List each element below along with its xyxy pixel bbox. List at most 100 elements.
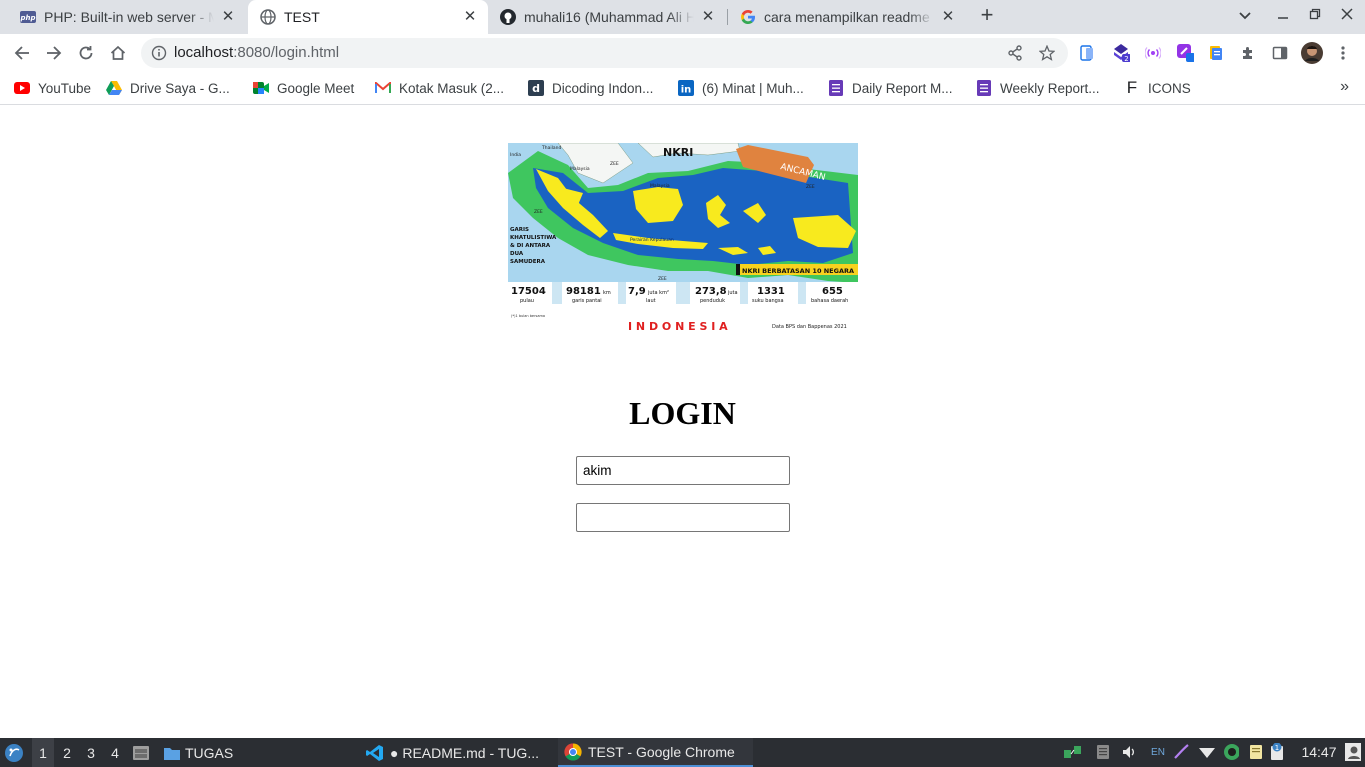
restore-button[interactable] <box>1306 7 1324 23</box>
tab-php-manual[interactable]: php PHP: Built-in web server - Manual ✕ <box>8 0 246 34</box>
equator-text-line: KHATULISTIWA <box>510 235 557 241</box>
wifi-icon[interactable] <box>1199 744 1215 760</box>
bookmark-drive[interactable]: Drive Saya - G... <box>106 78 230 98</box>
close-tab-icon[interactable]: ✕ <box>940 9 956 25</box>
chrome-icon <box>564 742 582 761</box>
workspace-4[interactable]: 4 <box>104 738 126 767</box>
bookmark-weekly-report[interactable]: Weekly Report... <box>976 78 1100 98</box>
back-button[interactable] <box>11 42 33 64</box>
start-menu-button[interactable] <box>4 738 24 767</box>
youtube-icon <box>14 80 30 96</box>
reload-button[interactable] <box>75 42 97 64</box>
side-panel-icon[interactable] <box>1271 44 1289 62</box>
stat-value: 1331 <box>757 286 785 297</box>
stat-label: garis pantai <box>572 298 602 304</box>
close-tab-icon[interactable]: ✕ <box>700 9 716 25</box>
workspace-3[interactable]: 3 <box>80 738 102 767</box>
bookmark-label: Daily Report M... <box>852 80 953 96</box>
bookmark-linkedin[interactable]: in (6) Minat | Muh... <box>678 78 804 98</box>
bookmark-meet[interactable]: Google Meet <box>253 78 354 98</box>
close-window-button[interactable] <box>1338 7 1356 23</box>
map-label-zee: ZEE <box>610 161 619 167</box>
share-icon[interactable] <box>1007 45 1023 61</box>
home-icon <box>110 45 126 60</box>
taskbar-window-vscode[interactable]: ● README.md - TUG... <box>360 738 545 767</box>
keyboard-layout-indicator[interactable]: EN <box>1148 744 1168 760</box>
stat-unit: juta km² <box>647 290 669 296</box>
bookmark-daily-report[interactable]: Daily Report M... <box>828 78 953 98</box>
google-drive-icon <box>106 80 122 96</box>
map-label-thailand: Thailand <box>541 145 561 151</box>
reader-extension-icon[interactable] <box>1078 44 1096 62</box>
stat-value: 98181 <box>566 286 601 297</box>
close-tab-icon[interactable]: ✕ <box>220 9 236 25</box>
notifications-icon[interactable]: 1 <box>1269 743 1285 760</box>
notification-count: 1 <box>1275 744 1279 752</box>
color-picker-extension-icon[interactable] <box>1176 44 1194 62</box>
url-path: :8080/login.html <box>233 44 340 61</box>
username-input[interactable] <box>576 456 790 485</box>
equator-text-line: SAMUDERA <box>510 259 546 265</box>
bookmark-dicoding[interactable]: d Dicoding Indon... <box>528 78 653 98</box>
bookmark-star-icon[interactable] <box>1038 44 1056 61</box>
docs-extension-icon[interactable] <box>1207 44 1225 62</box>
taskbar-window-chrome[interactable]: TEST - Google Chrome <box>558 738 753 767</box>
pen-icon[interactable] <box>1173 744 1189 760</box>
map-source: Data BPS dan Bappenas 2021 <box>772 324 847 330</box>
file-manager-button[interactable] <box>132 738 150 767</box>
equator-text-line: & DI ANTARA <box>510 243 551 249</box>
new-tab-button[interactable]: + <box>976 4 998 27</box>
info-icon[interactable] <box>151 45 167 61</box>
tab-search-button[interactable] <box>1236 7 1254 23</box>
tab-title: TEST <box>284 9 320 25</box>
close-tab-icon[interactable]: ✕ <box>462 9 478 25</box>
folder-shortcut-tugas[interactable]: TUGAS <box>163 738 233 767</box>
tab-test[interactable]: TEST ✕ <box>248 0 488 34</box>
password-input[interactable] <box>576 503 790 532</box>
address-url[interactable]: localhost:8080/login.html <box>174 44 339 61</box>
chat-app-icon[interactable] <box>1223 744 1239 760</box>
tab-google-search[interactable]: cara menampilkan readme ✕ <box>728 0 966 34</box>
podcast-extension-icon[interactable] <box>1144 44 1162 62</box>
bookmark-icons[interactable]: F ICONS <box>1124 78 1191 98</box>
map-label-malaysia: Malaysia <box>570 166 590 172</box>
clipboard-icon[interactable] <box>1095 744 1111 760</box>
clock[interactable]: 14:47 <box>1297 744 1341 760</box>
bookmark-gmail[interactable]: Kotak Masuk (2... <box>375 78 504 98</box>
volume-icon[interactable] <box>1121 744 1137 760</box>
extensions-puzzle-icon[interactable] <box>1239 44 1257 62</box>
linkedin-icon: in <box>678 80 694 96</box>
forward-button[interactable] <box>43 42 65 64</box>
stat-unit: juta <box>727 290 738 296</box>
browser-toolbar: localhost:8080/login.html 2 <box>0 34 1365 72</box>
arrow-right-icon <box>47 46 62 60</box>
form-icon <box>976 80 992 96</box>
bookmark-label: YouTube <box>38 80 92 96</box>
stat-value: 273,8 <box>695 286 727 297</box>
google-icon <box>740 9 756 25</box>
restore-icon <box>1309 8 1321 20</box>
more-menu-icon[interactable] <box>1334 44 1352 62</box>
equator-text-line: DUA <box>510 251 524 257</box>
stat-label: bahasa daerah <box>811 298 848 304</box>
window-label: TEST - Google Chrome <box>588 743 735 760</box>
workspace-1[interactable]: 1 <box>32 738 54 767</box>
bookmark-label: Google Meet <box>277 80 355 96</box>
user-icon[interactable] <box>1345 743 1361 761</box>
address-bar[interactable]: localhost:8080/login.html <box>141 38 1068 68</box>
bookmarks-overflow-button[interactable]: » <box>1340 78 1349 96</box>
minimize-button[interactable] <box>1274 7 1292 23</box>
map-label-malaysia-2: Malaysia <box>650 183 670 189</box>
dicoding-icon: d <box>528 80 544 96</box>
notes-icon[interactable] <box>1248 744 1264 760</box>
extension-badge-icon[interactable]: 2 <box>1112 44 1130 63</box>
bookmark-youtube[interactable]: YouTube <box>14 78 91 98</box>
stat-label: penduduk <box>700 298 725 304</box>
profile-avatar[interactable] <box>1300 41 1324 65</box>
network-manager-icon[interactable] <box>1063 744 1083 760</box>
workspace-2[interactable]: 2 <box>56 738 78 767</box>
svg-text:d: d <box>532 82 540 95</box>
tab-github[interactable]: muhali16 (Muhammad Ali Hakim) ✕ <box>488 0 726 34</box>
svg-text:2: 2 <box>1124 55 1128 63</box>
home-button[interactable] <box>107 42 129 64</box>
